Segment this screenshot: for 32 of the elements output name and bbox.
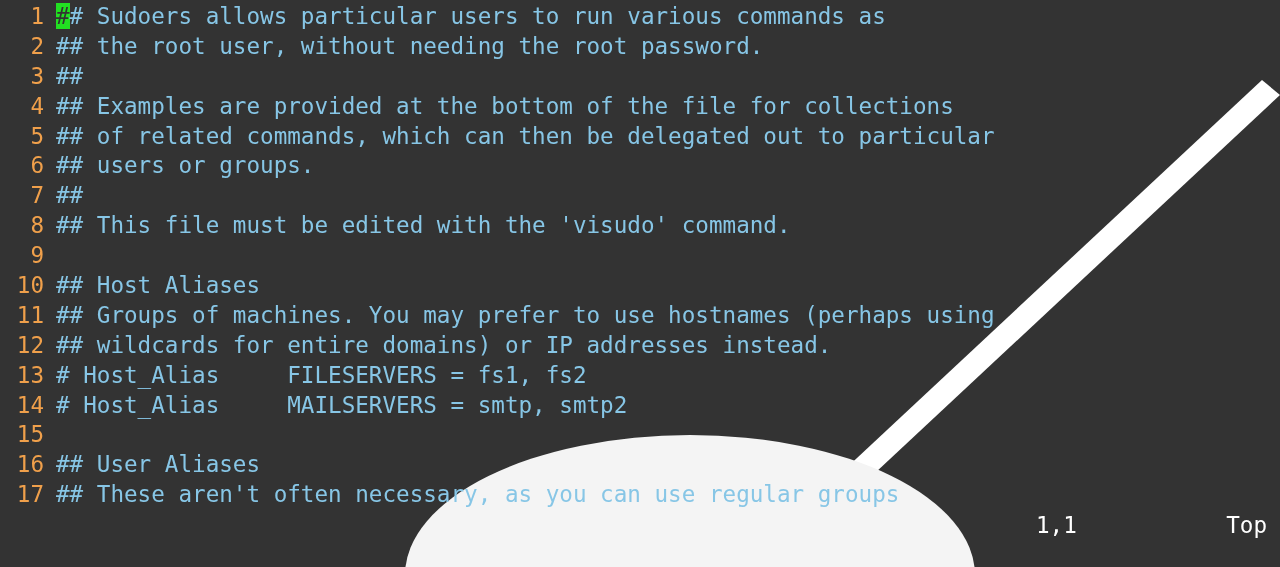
- code-line: ## of related commands, which can then be delegated out to particular: [56, 121, 995, 151]
- cursor-position: 1,1: [1036, 511, 1078, 541]
- code-line: ##: [56, 181, 84, 211]
- line-number: 7: [29, 181, 44, 211]
- line-number: 14: [15, 390, 44, 420]
- line-number: 6: [29, 151, 44, 181]
- line-number: 13: [15, 360, 44, 390]
- line-number: 4: [29, 91, 44, 121]
- code-line: # Host_Alias FILESERVERS = fs1, fs2: [56, 360, 587, 391]
- line-number: 12: [15, 330, 44, 360]
- code-line: ## the root user, without needing the root password.: [56, 31, 764, 61]
- code-line: ## wildcards for entire domains) or IP addresses instead.: [56, 330, 832, 360]
- scroll-position: Top: [1226, 511, 1267, 541]
- code-line: ## Host Aliases: [56, 271, 261, 300]
- code-line: ## Examples are provided at the bottom of the file for collections: [56, 91, 954, 121]
- line-number: 17: [15, 480, 44, 510]
- line-number: 8: [29, 211, 44, 241]
- line-number: 3: [29, 61, 44, 91]
- code-line: ##: [56, 61, 84, 91]
- line-number: 9: [29, 241, 44, 271]
- code-line: ## User Aliases: [56, 450, 261, 480]
- line-number: 10: [15, 271, 44, 300]
- line-number: 5: [29, 121, 44, 151]
- code-line: # Host_Alias MAILSERVERS = smtp, smtp2: [56, 390, 628, 421]
- line-number: 16: [15, 450, 44, 480]
- code-line: ## Groups of machines. You may prefer to use hostnames (perhaps using: [56, 300, 995, 330]
- line-number: 15: [15, 420, 44, 450]
- code-line: ## users or groups.: [56, 151, 315, 181]
- code-line: ## This file must be edited with the 'visudo' command.: [56, 211, 791, 241]
- line-number: 2: [29, 31, 44, 61]
- line-number: 11: [15, 300, 44, 330]
- line-number: 1: [29, 2, 44, 31]
